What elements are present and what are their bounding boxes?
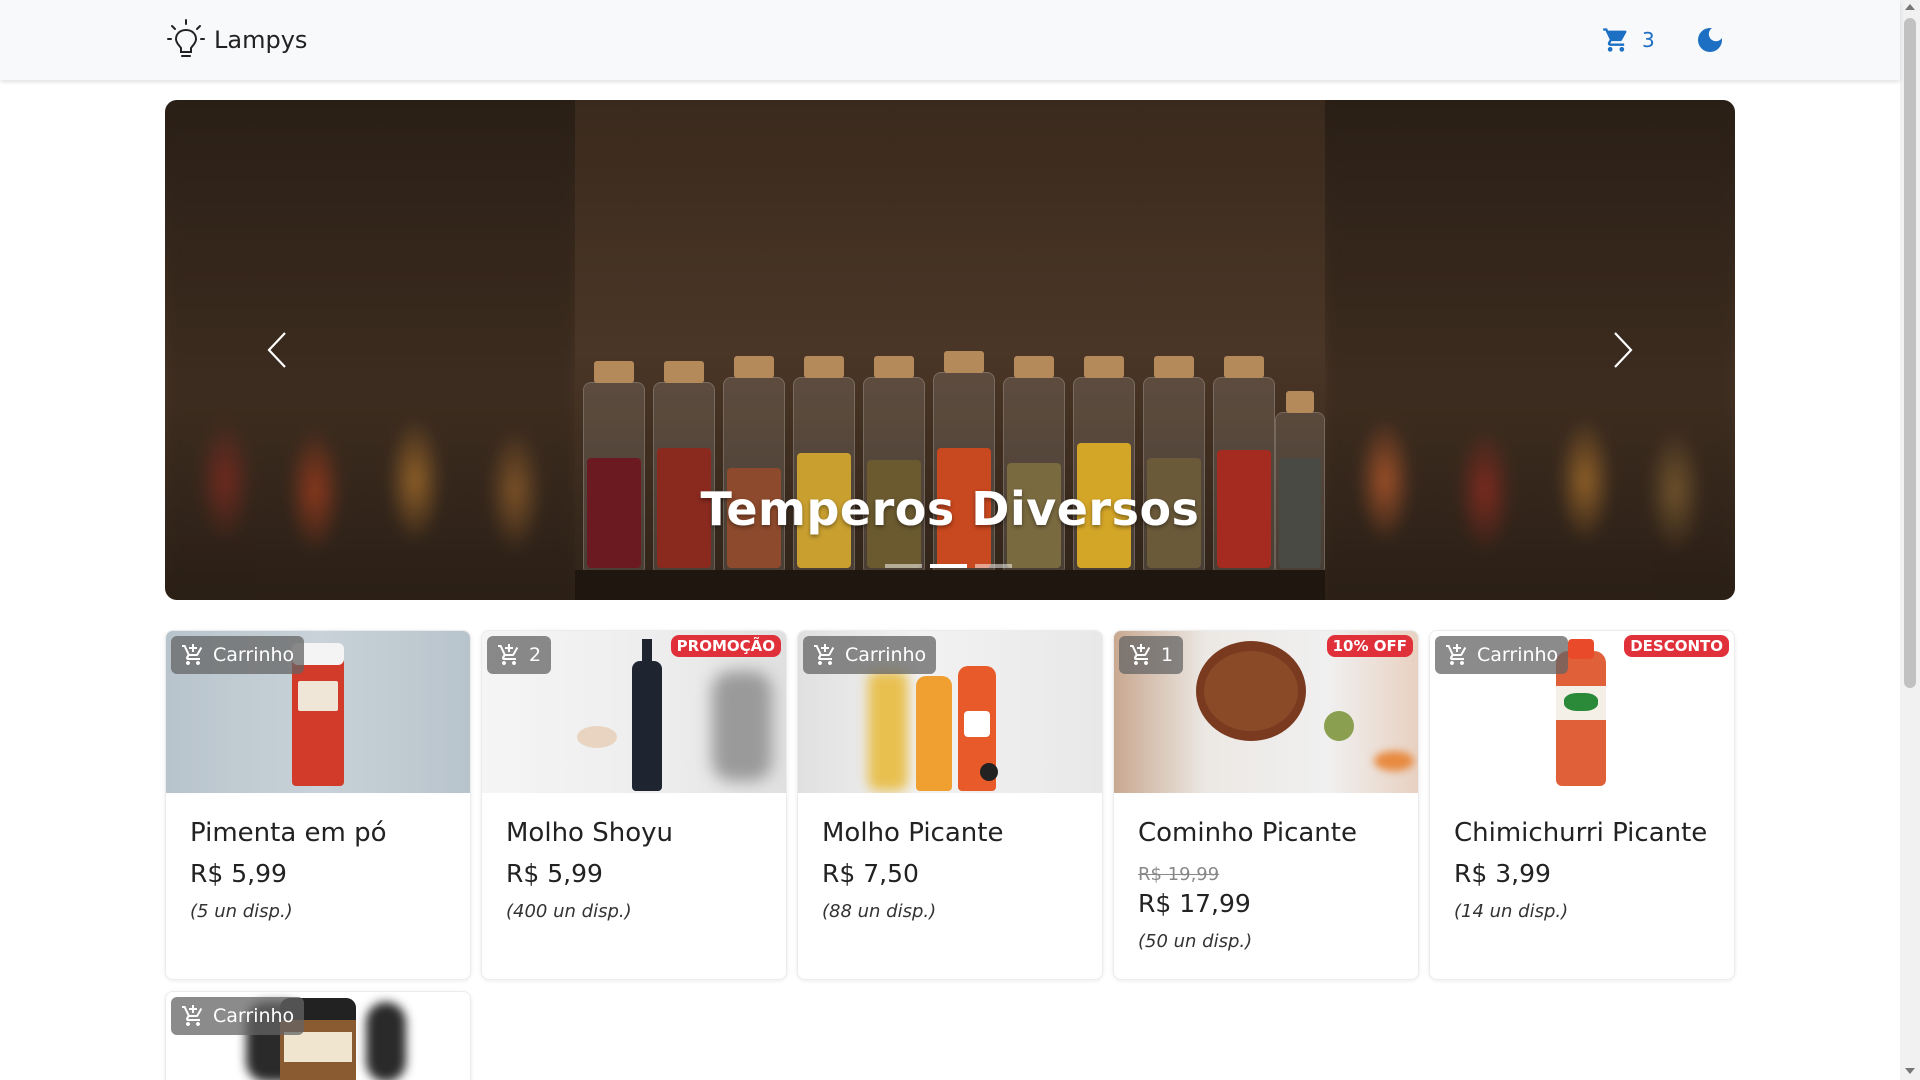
discount-badge: DESCONTO <box>1624 635 1729 657</box>
chevron-right-icon <box>1614 332 1633 368</box>
cart-plus-icon <box>814 644 835 665</box>
product-title: Chimichurri Picante <box>1454 818 1708 848</box>
theme-toggle-button[interactable] <box>1694 24 1726 56</box>
carousel-indicators <box>885 564 1012 568</box>
add-to-cart-button[interactable]: Carrinho <box>1435 636 1569 674</box>
cart-badge-label: Carrinho <box>845 644 927 666</box>
brand-name: Lampys <box>214 26 308 54</box>
product-title: Molho Picante <box>822 818 1004 848</box>
cart-quantity-button[interactable]: 2 <box>487 636 552 674</box>
cart-badge-label: Carrinho <box>213 644 295 666</box>
carousel-indicator-1[interactable] <box>885 564 922 568</box>
product-title: Pimenta em pó <box>190 818 387 848</box>
product-stock: (14 un disp.) <box>1454 901 1569 922</box>
cart-badge-label: Carrinho <box>1477 644 1559 666</box>
product-price: R$ 5,99 <box>190 859 287 888</box>
cart-badge-label: Carrinho <box>213 1005 295 1027</box>
product-stock: (5 un disp.) <box>190 901 293 922</box>
cart-quantity: 2 <box>529 644 542 666</box>
carousel-indicator-2[interactable] <box>930 564 967 568</box>
product-price: R$ 5,99 <box>506 859 603 888</box>
add-to-cart-button[interactable]: Carrinho <box>803 636 937 674</box>
cart-plus-icon <box>182 1005 203 1026</box>
promo-badge: PROMOÇÃO <box>670 635 781 657</box>
product-price: R$ 17,99 <box>1138 889 1251 918</box>
add-to-cart-button[interactable]: Carrinho <box>171 636 305 674</box>
scroll-down-icon[interactable] <box>1905 1068 1915 1074</box>
moon-icon <box>1698 28 1722 52</box>
scroll-up-icon[interactable] <box>1905 4 1915 10</box>
product-card[interactable]: Carrinho <box>165 991 471 1080</box>
lightbulb-icon <box>167 19 205 57</box>
cart-quantity-button[interactable]: 1 <box>1119 636 1184 674</box>
product-stock: (88 un disp.) <box>822 901 937 922</box>
carousel-next-button[interactable] <box>1595 325 1645 375</box>
product-card[interactable]: Carrinho Pimenta em pó R$ 5,99 (5 un dis… <box>165 630 471 980</box>
product-card[interactable]: Carrinho DESCONTO Chimichurri Picante R$… <box>1429 630 1735 980</box>
product-price: R$ 3,99 <box>1454 859 1551 888</box>
scrollbar-thumb[interactable] <box>1904 18 1916 688</box>
cart-button[interactable]: 3 <box>1602 24 1655 56</box>
product-card[interactable]: 2 PROMOÇÃO Molho Shoyu R$ 5,99 (400 un d… <box>481 630 787 980</box>
product-card[interactable]: 1 10% OFF Cominho Picante R$ 19,99 R$ 17… <box>1113 630 1419 980</box>
product-card[interactable]: Carrinho Molho Picante R$ 7,50 (88 un di… <box>797 630 1103 980</box>
page-scrollbar[interactable] <box>1900 0 1920 1080</box>
chevron-left-icon <box>267 332 286 368</box>
product-title: Molho Shoyu <box>506 818 673 848</box>
shopping-cart-icon <box>1603 28 1627 52</box>
carousel-caption: Temperos Diversos <box>700 482 1200 536</box>
discount-badge: 10% OFF <box>1326 635 1413 657</box>
product-title: Cominho Picante <box>1138 818 1357 848</box>
cart-plus-icon <box>1446 644 1467 665</box>
hero-carousel: Temperos Diversos <box>165 100 1735 600</box>
product-old-price: R$ 19,99 <box>1138 864 1220 885</box>
add-to-cart-button[interactable]: Carrinho <box>171 997 305 1035</box>
brand-link[interactable]: Lampys <box>166 18 307 62</box>
cart-plus-icon <box>498 644 519 665</box>
product-stock: (50 un disp.) <box>1138 931 1253 952</box>
product-price: R$ 7,50 <box>822 859 919 888</box>
cart-plus-icon <box>182 644 203 665</box>
cart-plus-icon <box>1130 644 1151 665</box>
cart-quantity: 1 <box>1161 644 1174 666</box>
carousel-prev-button[interactable] <box>255 325 305 375</box>
product-stock: (400 un disp.) <box>506 901 632 922</box>
navbar: Lampys 3 <box>0 0 1900 80</box>
carousel-indicator-3[interactable] <box>975 564 1012 568</box>
cart-count: 3 <box>1642 28 1655 52</box>
